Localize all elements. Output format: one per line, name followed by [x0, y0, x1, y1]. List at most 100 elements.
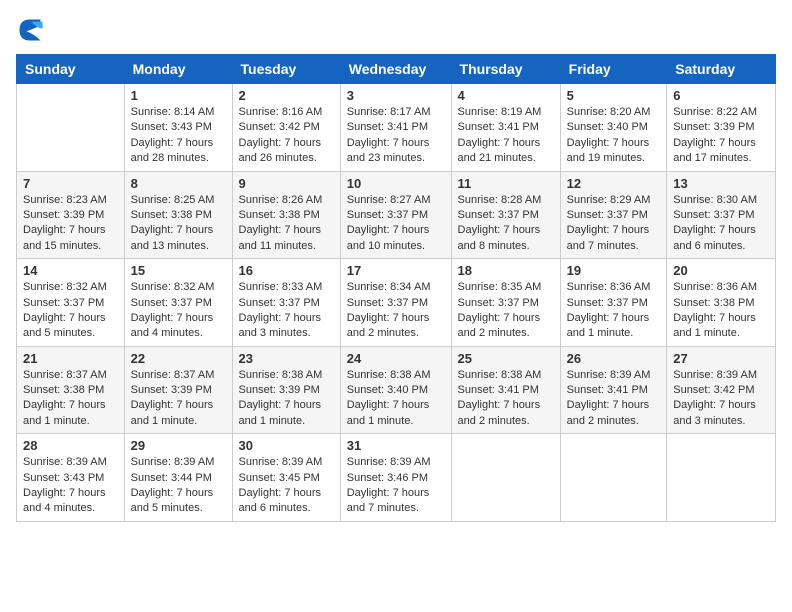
cell-content: Sunrise: 8:19 AM Sunset: 3:41 PM Dayligh… [458, 105, 554, 167]
calendar-cell: 31Sunrise: 8:39 AM Sunset: 3:46 PM Dayli… [340, 434, 451, 522]
day-number: 7 [23, 176, 118, 191]
day-number: 3 [347, 88, 445, 103]
header-day-sunday: Sunday [17, 55, 125, 84]
calendar-table: SundayMondayTuesdayWednesdayThursdayFrid… [16, 54, 776, 522]
calendar-cell: 26 Sunrise: 8:39 AM Sunset: 3:41 PM Dayli… [560, 346, 667, 434]
day-number: 5 [567, 88, 661, 103]
calendar-week-3: 14 Sunrise: 8:32 AM Sunset: 3:37 PM Dayli… [17, 259, 776, 347]
cell-content: Sunrise: 8:14 AM Sunset: 3:43 PM Dayligh… [131, 105, 226, 167]
cell-content: Sunrise: 8:32 AM Sunset: 3:37 PM Dayligh… [131, 280, 226, 342]
calendar-cell: 1 Sunrise: 8:14 AM Sunset: 3:43 PM Daylig… [124, 84, 232, 172]
cell-content: Sunrise: 8:39 AM Sunset: 3:45 PM Dayligh… [239, 455, 334, 517]
day-number: 13 [673, 176, 769, 191]
day-number: 30 [239, 438, 334, 453]
calendar-cell: 30 Sunrise: 8:39 AM Sunset: 3:45 PM Dayli… [232, 434, 340, 522]
day-number: 9 [239, 176, 334, 191]
calendar-cell: 14 Sunrise: 8:32 AM Sunset: 3:37 PM Dayli… [17, 259, 125, 347]
day-number: 11 [458, 176, 554, 191]
cell-content: Sunrise: 8:35 AM Sunset: 3:37 PM Dayligh… [458, 280, 554, 342]
calendar-cell: 28 Sunrise: 8:39 AM Sunset: 3:43 PM Dayli… [17, 434, 125, 522]
calendar-cell: 6Sunrise: 8:22 AM Sunset: 3:39 PM Daylig… [667, 84, 776, 172]
day-number: 23 [239, 351, 334, 366]
day-number: 27 [673, 351, 769, 366]
logo-icon [16, 16, 44, 44]
cell-content: Sunrise: 8:32 AM Sunset: 3:37 PM Dayligh… [23, 280, 118, 342]
cell-content: Sunrise: 8:16 AM Sunset: 3:42 PM Dayligh… [239, 105, 334, 167]
cell-content: Sunrise: 8:38 AM Sunset: 3:39 PM Dayligh… [239, 368, 334, 430]
day-number: 20 [673, 263, 769, 278]
calendar-cell: 10Sunrise: 8:27 AM Sunset: 3:37 PM Dayli… [340, 171, 451, 259]
day-number: 22 [131, 351, 226, 366]
header-day-wednesday: Wednesday [340, 55, 451, 84]
calendar-cell: 16 Sunrise: 8:33 AM Sunset: 3:37 PM Dayli… [232, 259, 340, 347]
cell-content: Sunrise: 8:30 AM Sunset: 3:37 PM Dayligh… [673, 193, 769, 255]
day-number: 2 [239, 88, 334, 103]
calendar-cell: 20 Sunrise: 8:36 AM Sunset: 3:38 PM Dayli… [667, 259, 776, 347]
day-number: 8 [131, 176, 226, 191]
day-number: 12 [567, 176, 661, 191]
day-number: 28 [23, 438, 118, 453]
day-number: 25 [458, 351, 554, 366]
day-number: 19 [567, 263, 661, 278]
calendar-cell: 21Sunrise: 8:37 AM Sunset: 3:38 PM Dayli… [17, 346, 125, 434]
day-number: 24 [347, 351, 445, 366]
calendar-cell: 11Sunrise: 8:28 AM Sunset: 3:37 PM Dayli… [451, 171, 560, 259]
calendar-cell: 19Sunrise: 8:36 AM Sunset: 3:37 PM Dayli… [560, 259, 667, 347]
cell-content: Sunrise: 8:37 AM Sunset: 3:39 PM Dayligh… [131, 368, 226, 430]
calendar-cell: 24Sunrise: 8:38 AM Sunset: 3:40 PM Dayli… [340, 346, 451, 434]
calendar-body: 1 Sunrise: 8:14 AM Sunset: 3:43 PM Daylig… [17, 84, 776, 522]
calendar-cell: 3 Sunrise: 8:17 AM Sunset: 3:41 PM Daylig… [340, 84, 451, 172]
calendar-cell: 13 Sunrise: 8:30 AM Sunset: 3:37 PM Dayli… [667, 171, 776, 259]
cell-content: Sunrise: 8:34 AM Sunset: 3:37 PM Dayligh… [347, 280, 445, 342]
header-day-tuesday: Tuesday [232, 55, 340, 84]
calendar-cell: 17 Sunrise: 8:34 AM Sunset: 3:37 PM Dayli… [340, 259, 451, 347]
calendar-cell: 29 Sunrise: 8:39 AM Sunset: 3:44 PM Dayli… [124, 434, 232, 522]
cell-content: Sunrise: 8:39 AM Sunset: 3:41 PM Dayligh… [567, 368, 661, 430]
day-number: 6 [673, 88, 769, 103]
calendar-cell: 4Sunrise: 8:19 AM Sunset: 3:41 PM Daylig… [451, 84, 560, 172]
cell-content: Sunrise: 8:38 AM Sunset: 3:41 PM Dayligh… [458, 368, 554, 430]
cell-content: Sunrise: 8:29 AM Sunset: 3:37 PM Dayligh… [567, 193, 661, 255]
day-number: 16 [239, 263, 334, 278]
cell-content: Sunrise: 8:25 AM Sunset: 3:38 PM Dayligh… [131, 193, 226, 255]
header-day-thursday: Thursday [451, 55, 560, 84]
day-number: 31 [347, 438, 445, 453]
calendar-cell: 25 Sunrise: 8:38 AM Sunset: 3:41 PM Dayli… [451, 346, 560, 434]
cell-content: Sunrise: 8:33 AM Sunset: 3:37 PM Dayligh… [239, 280, 334, 342]
day-number: 26 [567, 351, 661, 366]
calendar-header: SundayMondayTuesdayWednesdayThursdayFrid… [17, 55, 776, 84]
day-number: 29 [131, 438, 226, 453]
calendar-week-4: 21Sunrise: 8:37 AM Sunset: 3:38 PM Dayli… [17, 346, 776, 434]
calendar-cell: 9 Sunrise: 8:26 AM Sunset: 3:38 PM Daylig… [232, 171, 340, 259]
calendar-cell: 5Sunrise: 8:20 AM Sunset: 3:40 PM Daylig… [560, 84, 667, 172]
calendar-cell [451, 434, 560, 522]
calendar-cell: 8 Sunrise: 8:25 AM Sunset: 3:38 PM Daylig… [124, 171, 232, 259]
cell-content: Sunrise: 8:26 AM Sunset: 3:38 PM Dayligh… [239, 193, 334, 255]
header-day-monday: Monday [124, 55, 232, 84]
day-number: 10 [347, 176, 445, 191]
day-number: 14 [23, 263, 118, 278]
calendar-cell [17, 84, 125, 172]
day-number: 15 [131, 263, 226, 278]
calendar-cell: 23 Sunrise: 8:38 AM Sunset: 3:39 PM Dayli… [232, 346, 340, 434]
calendar-week-1: 1 Sunrise: 8:14 AM Sunset: 3:43 PM Daylig… [17, 84, 776, 172]
cell-content: Sunrise: 8:36 AM Sunset: 3:38 PM Dayligh… [673, 280, 769, 342]
calendar-cell [560, 434, 667, 522]
calendar-cell: 2 Sunrise: 8:16 AM Sunset: 3:42 PM Daylig… [232, 84, 340, 172]
day-number: 17 [347, 263, 445, 278]
calendar-cell: 15 Sunrise: 8:32 AM Sunset: 3:37 PM Dayli… [124, 259, 232, 347]
calendar-week-5: 28 Sunrise: 8:39 AM Sunset: 3:43 PM Dayli… [17, 434, 776, 522]
cell-content: Sunrise: 8:39 AM Sunset: 3:42 PM Dayligh… [673, 368, 769, 430]
calendar-cell [667, 434, 776, 522]
cell-content: Sunrise: 8:17 AM Sunset: 3:41 PM Dayligh… [347, 105, 445, 167]
day-number: 1 [131, 88, 226, 103]
calendar-cell: 7Sunrise: 8:23 AM Sunset: 3:39 PM Daylig… [17, 171, 125, 259]
day-number: 18 [458, 263, 554, 278]
header-day-saturday: Saturday [667, 55, 776, 84]
calendar-cell: 12 Sunrise: 8:29 AM Sunset: 3:37 PM Dayli… [560, 171, 667, 259]
cell-content: Sunrise: 8:39 AM Sunset: 3:43 PM Dayligh… [23, 455, 118, 517]
day-number: 21 [23, 351, 118, 366]
calendar-week-2: 7Sunrise: 8:23 AM Sunset: 3:39 PM Daylig… [17, 171, 776, 259]
calendar-cell: 27 Sunrise: 8:39 AM Sunset: 3:42 PM Dayli… [667, 346, 776, 434]
cell-content: Sunrise: 8:39 AM Sunset: 3:44 PM Dayligh… [131, 455, 226, 517]
